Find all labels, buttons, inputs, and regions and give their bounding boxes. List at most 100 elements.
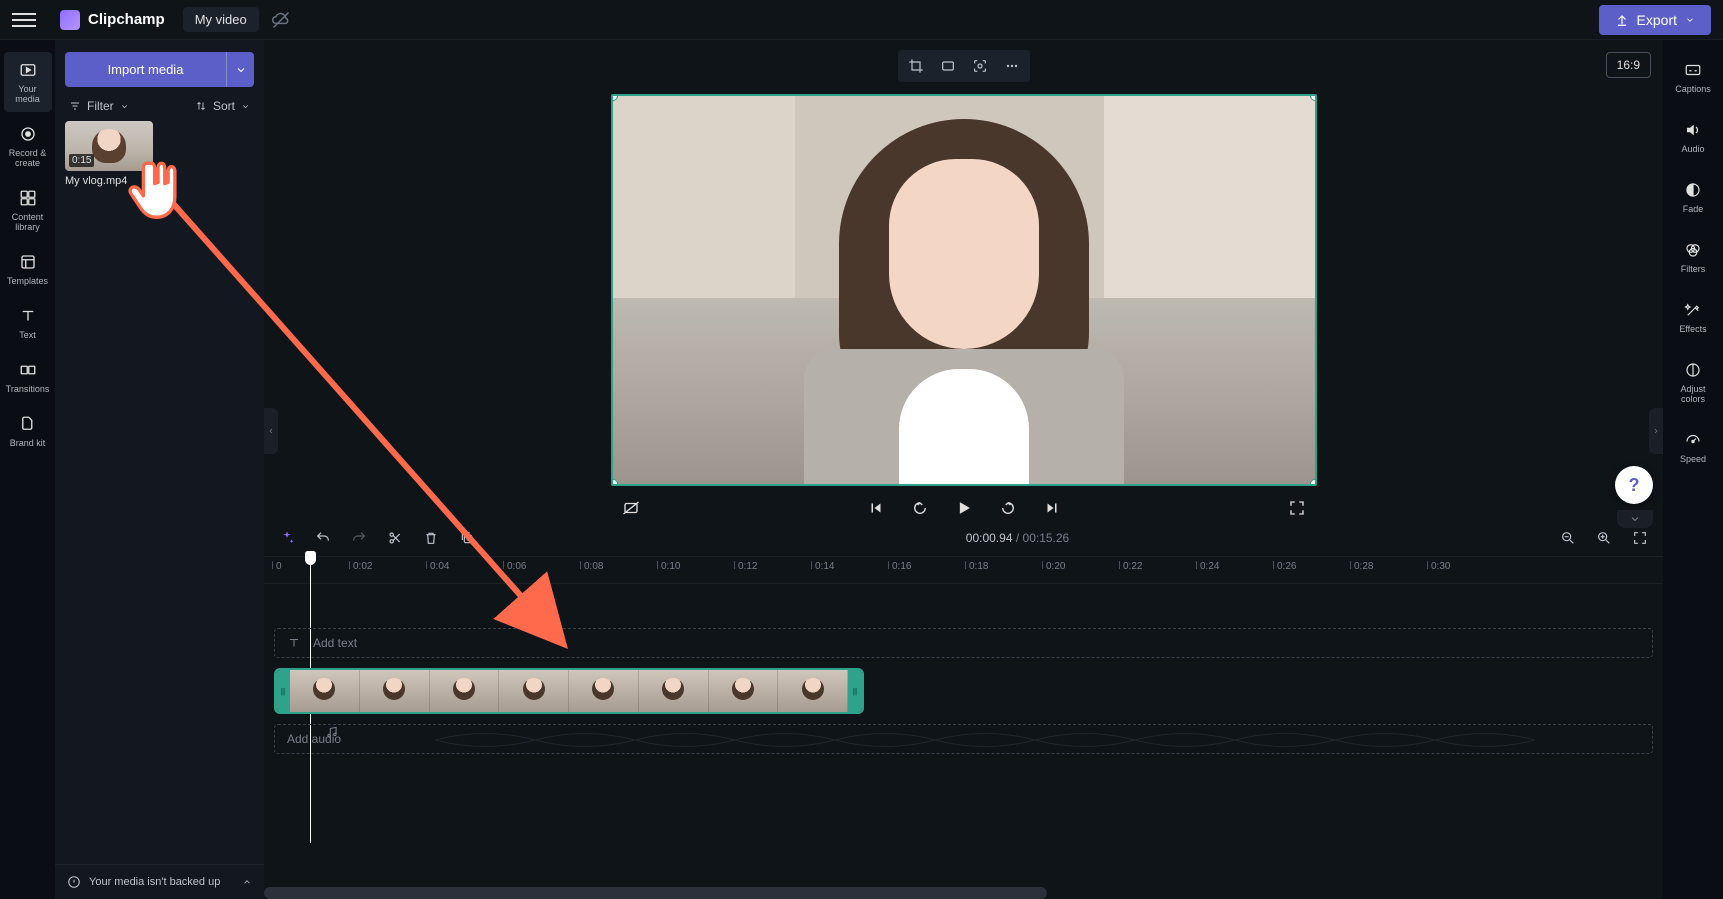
- clip-duration: 0:15: [69, 154, 94, 167]
- collapse-right-panel[interactable]: [1649, 408, 1663, 454]
- zoom-out-button[interactable]: [1557, 527, 1579, 549]
- rail-transitions[interactable]: Transitions: [4, 352, 52, 402]
- audio-track-slot[interactable]: Add audio: [274, 724, 1653, 754]
- video-clip-track[interactable]: || ||: [274, 668, 864, 714]
- rail-captions[interactable]: Captions: [1666, 52, 1721, 102]
- rail-audio[interactable]: Audio: [1666, 112, 1721, 162]
- music-icon: [325, 725, 339, 739]
- resize-handle-br[interactable]: [1310, 479, 1317, 486]
- rewind-button[interactable]: [908, 496, 932, 520]
- media-icon: [18, 60, 38, 80]
- skip-back-button[interactable]: [864, 496, 888, 520]
- zoom-in-button[interactable]: [1593, 527, 1615, 549]
- left-rail: Your media Record & create Content libra…: [0, 40, 55, 899]
- clip-frame: [569, 670, 639, 712]
- rail-speed[interactable]: Speed: [1666, 422, 1721, 472]
- timeline-ruler[interactable]: 00:020:040:060:080:100:120:140:160:180:2…: [264, 556, 1663, 584]
- aspect-ratio-button[interactable]: 16:9: [1606, 52, 1651, 78]
- zoom-fit-button[interactable]: [1629, 527, 1651, 549]
- clip-trim-right[interactable]: ||: [848, 670, 862, 712]
- rail-fade[interactable]: Fade: [1666, 172, 1721, 222]
- ruler-tick-label: 0: [276, 561, 282, 572]
- split-button[interactable]: [384, 527, 406, 549]
- detach-preview-button[interactable]: [619, 496, 643, 520]
- fit-button[interactable]: [936, 54, 960, 78]
- clip-frame: [499, 670, 569, 712]
- upload-icon: [1615, 13, 1629, 27]
- forward-button[interactable]: [996, 496, 1020, 520]
- ai-button[interactable]: [276, 527, 298, 549]
- templates-icon: [18, 252, 38, 272]
- video-preview[interactable]: [611, 94, 1317, 486]
- skip-forward-button[interactable]: [1040, 496, 1064, 520]
- rail-text[interactable]: Text: [4, 298, 52, 348]
- import-media-dropdown[interactable]: [226, 52, 254, 87]
- rail-adjust-colors[interactable]: Adjust colors: [1666, 352, 1721, 412]
- timeline-toolbar: 00:00.94 / 00:15.26: [264, 520, 1663, 556]
- ruler-tick-label: 0:10: [661, 561, 680, 572]
- ruler-tick-label: 0:20: [1046, 561, 1065, 572]
- app-logo[interactable]: Clipchamp: [60, 10, 165, 30]
- ruler-tick-label: 0:28: [1354, 561, 1373, 572]
- rail-your-media[interactable]: Your media: [4, 52, 52, 112]
- timeline-scrollbar[interactable]: [264, 887, 1663, 899]
- sort-button[interactable]: Sort: [195, 99, 250, 113]
- ruler-tick-label: 0:16: [892, 561, 911, 572]
- ruler-tick-label: 0:26: [1277, 561, 1296, 572]
- rail-filters[interactable]: Filters: [1666, 232, 1721, 282]
- play-button[interactable]: [952, 496, 976, 520]
- project-title[interactable]: My video: [183, 7, 259, 32]
- help-button[interactable]: ?: [1615, 466, 1653, 504]
- effects-icon: [1683, 300, 1703, 320]
- clip-frame: [290, 670, 360, 712]
- adjust-colors-icon: [1683, 360, 1703, 380]
- rail-record-create[interactable]: Record & create: [4, 116, 52, 176]
- chevron-down-icon: [235, 64, 247, 76]
- ruler-tick-label: 0:02: [353, 561, 372, 572]
- fullscreen-button[interactable]: [1285, 496, 1309, 520]
- timeline-tracks: Add text || || Add audio: [264, 584, 1663, 899]
- ruler-tick-label: 0:18: [969, 561, 988, 572]
- delete-button[interactable]: [420, 527, 442, 549]
- hamburger-menu[interactable]: [12, 8, 36, 32]
- more-button[interactable]: [1000, 54, 1024, 78]
- library-icon: [18, 188, 38, 208]
- preview-toolbar: [898, 50, 1030, 82]
- rail-content-library[interactable]: Content library: [4, 180, 52, 240]
- export-button[interactable]: Export: [1599, 5, 1711, 35]
- annotation-hand-icon: [122, 152, 194, 224]
- rail-effects[interactable]: Effects: [1666, 292, 1721, 342]
- filters-icon: [1683, 240, 1703, 260]
- chevron-down-icon: [120, 102, 129, 111]
- crop-button[interactable]: [904, 54, 928, 78]
- rail-brand-kit[interactable]: Brand kit: [4, 406, 52, 456]
- clip-frame: [709, 670, 779, 712]
- filter-button[interactable]: Filter: [69, 99, 129, 113]
- duplicate-button[interactable]: [456, 527, 478, 549]
- cloud-sync-icon[interactable]: [271, 10, 291, 30]
- brand-icon: [18, 414, 38, 434]
- pip-button[interactable]: [968, 54, 992, 78]
- timeline: 00:00.94 / 00:15.26 00:020:040:060:080:1…: [264, 520, 1663, 899]
- playhead-knob[interactable]: [305, 551, 316, 565]
- clip-frame: [639, 670, 709, 712]
- clip-frame: [360, 670, 430, 712]
- text-track-slot[interactable]: Add text: [274, 628, 1653, 658]
- import-media-button[interactable]: Import media: [65, 52, 226, 87]
- app-name: Clipchamp: [88, 11, 165, 28]
- ruler-tick-label: 0:30: [1431, 561, 1450, 572]
- ruler-tick-label: 0:12: [738, 561, 757, 572]
- rail-templates[interactable]: Templates: [4, 244, 52, 294]
- clip-frame: [430, 670, 500, 712]
- scrollbar-thumb[interactable]: [264, 887, 1047, 899]
- chevron-up-icon: [242, 877, 252, 887]
- audio-icon: [1683, 120, 1703, 140]
- resize-handle-bl[interactable]: [611, 479, 618, 486]
- clip-trim-left[interactable]: ||: [276, 670, 290, 712]
- text-icon: [287, 636, 301, 650]
- redo-button[interactable]: [348, 527, 370, 549]
- ruler-tick-label: 0:14: [815, 561, 834, 572]
- undo-button[interactable]: [312, 527, 334, 549]
- backup-warning[interactable]: Your media isn't backed up: [55, 864, 264, 899]
- export-label: Export: [1637, 12, 1677, 28]
